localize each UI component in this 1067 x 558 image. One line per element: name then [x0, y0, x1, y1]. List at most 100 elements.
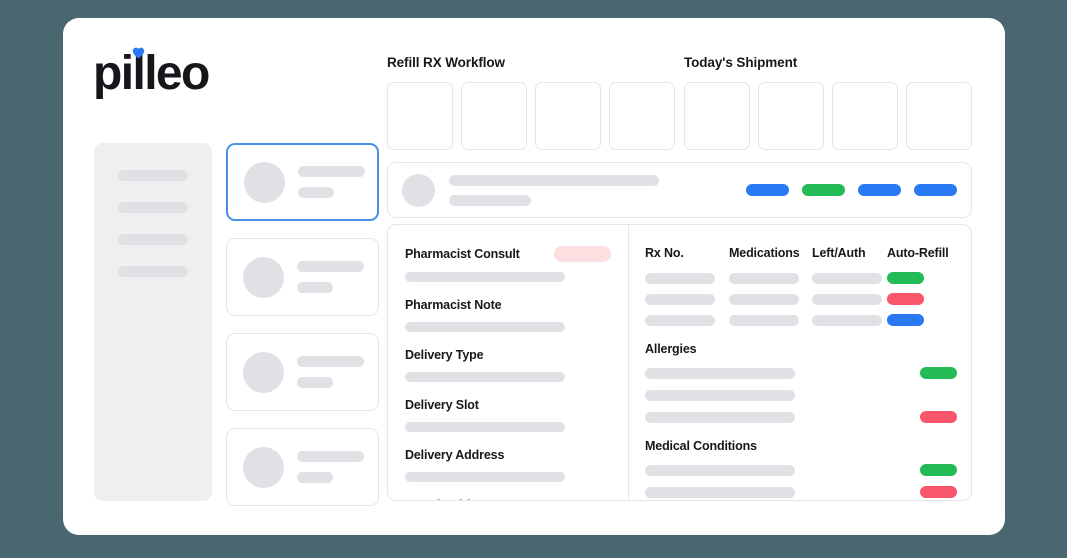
workflow-step-box[interactable] — [535, 82, 601, 150]
patient-card-subtitle-placeholder — [297, 472, 333, 483]
column-header-auto-refill: Auto-Refill — [887, 246, 949, 260]
patient-card[interactable] — [226, 238, 379, 316]
cell-left-auth — [812, 293, 887, 305]
field-header: Pharmacist Note — [405, 298, 611, 312]
sidebar-item[interactable] — [118, 266, 188, 277]
table-row[interactable] — [645, 293, 957, 305]
sidebar-item[interactable] — [118, 202, 188, 213]
field-delivery-slot: Delivery Slot — [405, 398, 611, 432]
table-row[interactable] — [645, 314, 957, 326]
field-header: Delivery Type — [405, 348, 611, 362]
patient-card-text — [297, 261, 364, 293]
field-label: Pharmacist Note — [405, 298, 502, 312]
field-label: Delivery Slot — [405, 398, 479, 412]
field-value-placeholder[interactable] — [405, 422, 565, 432]
todays-shipment-steps — [684, 82, 972, 150]
workflow-step-box[interactable] — [461, 82, 527, 150]
banner-action-button[interactable] — [746, 184, 789, 196]
patient-card-name-placeholder — [297, 356, 364, 367]
todays-shipment-title: Today's Shipment — [684, 55, 798, 70]
table-row[interactable] — [645, 272, 957, 284]
list-item[interactable] — [645, 464, 957, 476]
patient-name-placeholder — [449, 174, 659, 186]
workflow-step-box[interactable] — [387, 82, 453, 150]
workflow-step-box[interactable] — [609, 82, 675, 150]
patient-card[interactable] — [226, 143, 379, 221]
consult-form-column: Pharmacist Consult Pharmacist Note Deliv… — [388, 225, 629, 500]
shipment-step-box[interactable] — [758, 82, 824, 150]
column-header-medications: Medications — [729, 246, 800, 260]
shipment-step-box[interactable] — [684, 82, 750, 150]
avatar — [243, 446, 284, 488]
field-pharmacist-note: Pharmacist Note — [405, 298, 611, 332]
allergy-name-placeholder — [645, 367, 795, 379]
field-label: Delivery Type — [405, 348, 484, 362]
shipment-step-box[interactable] — [906, 82, 972, 150]
cell-rx-no — [645, 272, 729, 284]
allergy-name-placeholder — [645, 389, 795, 401]
list-item[interactable] — [645, 367, 957, 379]
refill-workflow-title: Refill RX Workflow — [387, 55, 505, 70]
sidebar-item[interactable] — [118, 170, 188, 181]
column-header-rx-no: Rx No. — [645, 246, 684, 260]
patient-banner[interactable] — [387, 162, 972, 218]
refill-workflow-steps — [387, 82, 675, 150]
field-header: Delivery Slot — [405, 398, 611, 412]
app-window: pilleo Refill RX Workflow Today's Shipme… — [63, 18, 1005, 535]
patient-card-name-placeholder — [297, 451, 364, 462]
field-value-placeholder[interactable] — [405, 272, 565, 282]
cell-left-auth — [812, 314, 887, 326]
field-label: Delivery Address — [405, 448, 505, 462]
banner-action-button[interactable] — [802, 184, 845, 196]
patient-card[interactable] — [226, 428, 379, 506]
consult-status-badge — [554, 246, 611, 262]
patient-card-name-placeholder — [297, 261, 364, 272]
list-item[interactable] — [645, 486, 957, 498]
patient-card[interactable] — [226, 333, 379, 411]
heart-icon — [132, 47, 145, 59]
field-label: Pharmacist Consult — [405, 247, 520, 261]
cell-medication — [729, 314, 812, 326]
status-badge — [920, 486, 957, 498]
brand-logo[interactable]: pilleo — [93, 47, 210, 100]
cell-auto-refill — [887, 272, 957, 284]
banner-action-button[interactable] — [914, 184, 957, 196]
medical-conditions-title: Medical Conditions — [645, 439, 757, 453]
rx-table-header: Rx No. Medications Left/Auth Auto-Refill — [645, 246, 957, 260]
sidebar-item[interactable] — [118, 234, 188, 245]
condition-name-placeholder — [645, 486, 795, 498]
status-badge — [920, 367, 957, 379]
field-label: Note for driver — [405, 498, 489, 500]
patient-card-list — [226, 143, 379, 523]
field-header: Note for driver — [405, 498, 611, 500]
list-item[interactable] — [645, 411, 957, 423]
patient-subtitle-placeholder — [449, 194, 531, 206]
patient-card-text — [298, 166, 365, 198]
patient-card-subtitle-placeholder — [297, 377, 333, 388]
cell-left-auth — [812, 272, 887, 284]
field-value-placeholder[interactable] — [405, 322, 565, 332]
sidebar — [94, 143, 212, 501]
patient-card-text — [297, 451, 364, 483]
field-value-placeholder[interactable] — [405, 372, 565, 382]
patient-card-subtitle-placeholder — [298, 187, 334, 198]
detail-panel: Pharmacist Consult Pharmacist Note Deliv… — [387, 224, 972, 501]
status-badge — [920, 389, 957, 401]
list-item[interactable] — [645, 389, 957, 401]
avatar — [243, 256, 284, 298]
patient-card-name-placeholder — [298, 166, 365, 177]
allergy-name-placeholder — [645, 411, 795, 423]
avatar — [244, 161, 285, 203]
patient-card-text — [297, 356, 364, 388]
cell-auto-refill — [887, 314, 957, 326]
patient-banner-text — [449, 174, 659, 206]
patient-banner-actions — [746, 184, 957, 196]
shipment-step-box[interactable] — [832, 82, 898, 150]
field-pharmacist-consult: Pharmacist Consult — [405, 246, 611, 282]
brand-name: pilleo — [93, 47, 210, 100]
banner-action-button[interactable] — [858, 184, 901, 196]
patient-card-subtitle-placeholder — [297, 282, 333, 293]
cell-medication — [729, 272, 812, 284]
cell-rx-no — [645, 293, 729, 305]
field-value-placeholder[interactable] — [405, 472, 565, 482]
